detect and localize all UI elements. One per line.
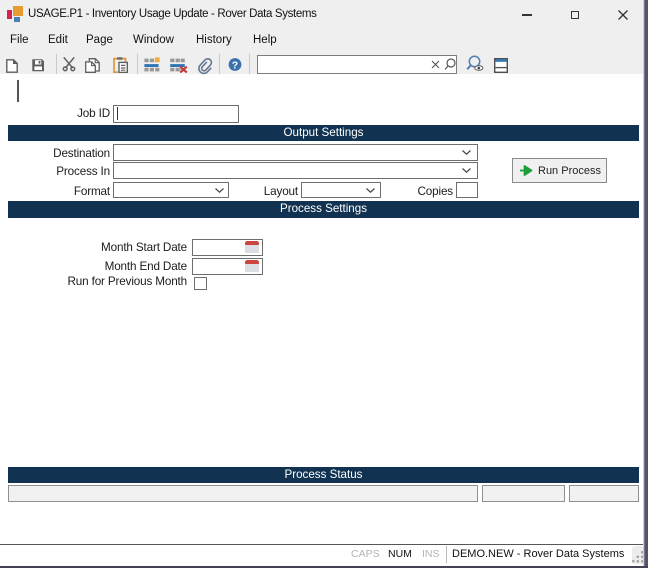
svg-text:?: ? bbox=[232, 59, 238, 71]
